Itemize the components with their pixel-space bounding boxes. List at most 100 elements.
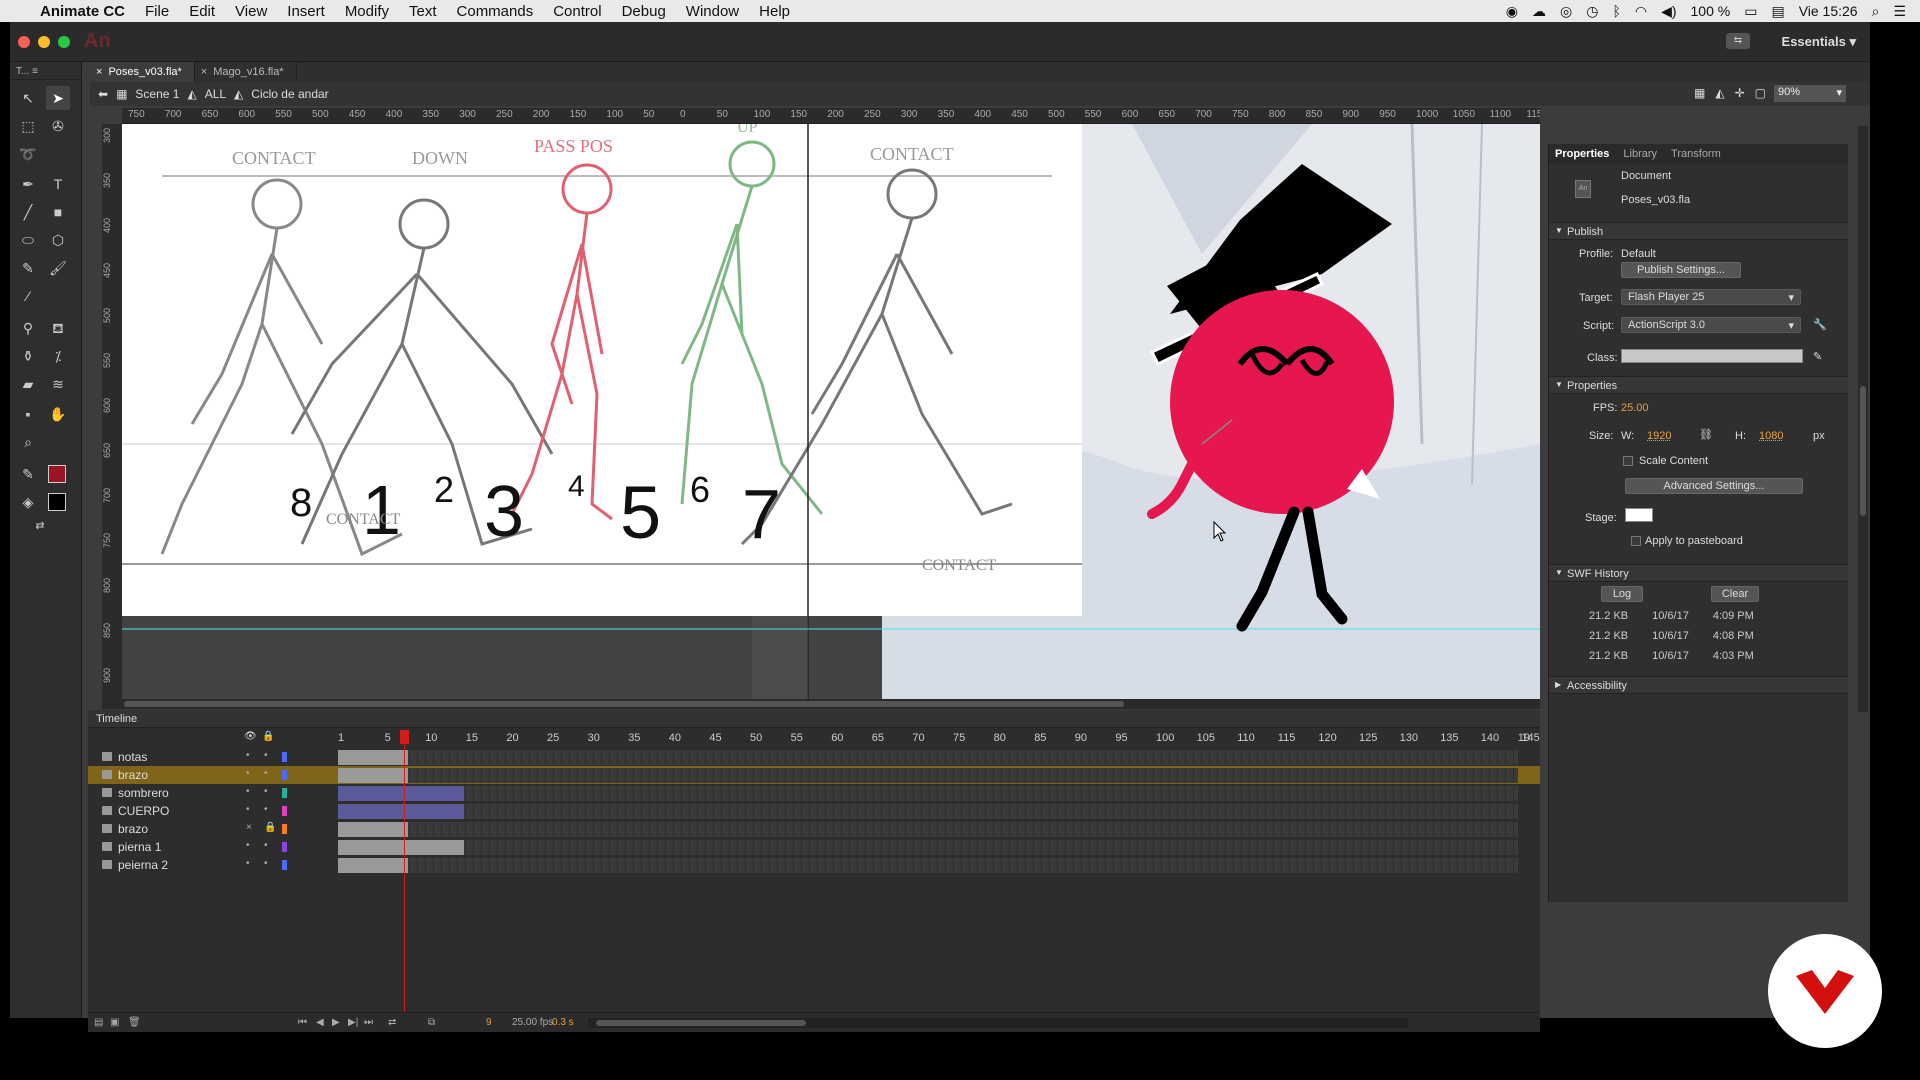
layer-name[interactable]: CUERPO [118,804,169,818]
layer-color-marker[interactable] [282,860,287,870]
hand-tool-icon[interactable]: ✋ [46,402,70,426]
layer-color-marker[interactable] [282,806,287,816]
menu-modify[interactable]: Modify [345,3,389,20]
ink-bottle-tool-icon[interactable]: ⚱ [16,344,40,368]
stroke-color-swatch[interactable] [48,465,66,483]
menu-help[interactable]: Help [759,3,790,20]
frame-rate[interactable]: 25.00 fps [512,1017,553,1028]
new-layer-icon[interactable]: ▤ [94,1017,103,1028]
layer-name[interactable]: peierna 2 [118,858,168,872]
layer-name[interactable]: brazo [118,768,148,782]
layer-row[interactable]: notas • • [88,748,1540,766]
menu-file[interactable]: File [145,3,169,20]
lock-dot-icon[interactable]: • [264,840,268,851]
close-window-button[interactable] [18,36,30,48]
lock-dot-icon[interactable]: • [264,750,268,761]
layer-color-marker[interactable] [282,770,287,780]
layer-color-marker[interactable] [282,842,287,852]
sync-settings-icon[interactable]: ⇆ [1726,33,1750,49]
zoom-tool-icon[interactable]: ⌕ [16,430,40,454]
workspace-switcher[interactable]: Essentials ▾ [1782,34,1856,50]
layer-name[interactable]: pierna 1 [118,840,161,854]
lock-dot-icon[interactable]: • [264,804,268,815]
play-icon[interactable]: ▶ [332,1017,340,1028]
apply-pasteboard-checkbox[interactable] [1631,536,1641,546]
bone-tool-icon[interactable]: ⚲ [16,316,40,340]
visibility-dot-icon[interactable]: • [246,786,250,797]
flag-icon[interactable]: ▤ [1771,3,1784,20]
onion-skin-icon[interactable]: ⧉ [428,1017,435,1028]
show-hide-all-icon[interactable]: 👁 [244,731,257,742]
visibility-dot-icon[interactable]: • [246,804,250,815]
paint-brush-tool-icon[interactable]: 🖌 [46,256,70,280]
stroke-color-icon[interactable]: ✎ [16,462,40,486]
search-icon[interactable]: ⌕ [1872,3,1880,20]
rectangle-tool-icon[interactable]: ■ [46,200,70,224]
horizontal-scrollbar[interactable] [102,699,1540,709]
playhead-handle[interactable] [400,730,409,744]
visibility-dot-icon[interactable]: • [246,840,250,851]
back-arrow-icon[interactable]: ⬅ [98,87,108,101]
lasso-tool-icon[interactable]: ➰ [16,142,40,166]
layer-row[interactable]: CUERPO • • [88,802,1540,820]
publish-section-header[interactable]: Publish [1549,222,1848,240]
properties-scroll-thumb[interactable] [1860,386,1866,516]
layer-row[interactable]: brazo × 🔒 [88,820,1540,838]
line-tool-icon[interactable]: ╱ [16,200,40,224]
tab-poses[interactable]: × Poses_v03.fla* [90,62,195,82]
battery-text[interactable]: 100 % [1691,3,1731,19]
current-frame[interactable]: 9 [486,1017,492,1028]
menu-edit[interactable]: Edit [189,3,215,20]
delete-layer-icon[interactable]: 🗑 [128,1017,141,1028]
layer-frames[interactable] [338,822,1518,837]
timeline-scrollbar[interactable] [588,1018,1408,1028]
loop-icon[interactable]: ⇄ [388,1017,396,1028]
lock-icon[interactable]: 🔒 [264,822,276,833]
layer-frames[interactable] [338,858,1518,873]
cc-icon[interactable]: ◎ [1560,3,1572,20]
close-tab-icon[interactable]: × [201,66,207,78]
battery-icon[interactable]: ▭ [1744,3,1757,20]
close-tab-icon[interactable]: × [96,66,102,78]
menu-control[interactable]: Control [553,3,601,20]
brush-tool-icon[interactable]: ⁄ [16,284,40,308]
lock-dot-icon[interactable]: • [264,768,268,779]
text-tool-icon[interactable]: T [46,172,70,196]
pencil-tool-icon[interactable]: ✎ [16,256,40,280]
tab-properties[interactable]: Properties [1555,148,1609,160]
scene-link[interactable]: Scene 1 [135,87,179,101]
tab-library[interactable]: Library [1623,148,1657,160]
wifi-icon[interactable]: ◠ [1635,3,1647,20]
time-machine-icon[interactable]: ◷ [1586,3,1598,20]
center-stage-icon[interactable]: ✛ [1735,86,1745,100]
menu-text[interactable]: Text [409,3,437,20]
all-link[interactable]: ALL [205,87,226,101]
volume-icon[interactable]: ◀) [1661,3,1676,20]
lock-all-icon[interactable]: 🔒 [262,731,274,742]
layer-frames[interactable] [338,750,1518,765]
accessibility-header[interactable]: Accessibility [1549,676,1848,694]
go-last-frame-icon[interactable]: ⏭ [364,1017,373,1028]
edit-symbol-icon[interactable]: ◭ [1715,86,1724,100]
visibility-dot-icon[interactable]: • [246,858,250,869]
free-transform-tool-icon[interactable]: ⬚ [16,114,40,138]
link-dimensions-icon[interactable]: ⛓ [1699,428,1713,441]
selection-tool-icon[interactable]: ➤ [46,86,70,110]
menu-app-name[interactable]: Animate CC [40,3,125,20]
subselection-tool-icon[interactable]: ↖ [16,86,40,110]
layer-row[interactable]: peierna 2 • • [88,856,1540,874]
layer-row[interactable]: brazo • • [88,766,1540,784]
polystar-tool-icon[interactable]: ⬡ [46,228,70,252]
eyedropper-tool-icon[interactable]: ⁒ [46,344,70,368]
zoom-window-button[interactable] [58,36,70,48]
tab-mago[interactable]: × Mago_v16.fla* [195,62,297,82]
clear-button[interactable]: Clear [1711,586,1759,602]
go-first-frame-icon[interactable]: ⏮ [298,1017,307,1028]
width-value[interactable]: 1920 [1647,430,1671,442]
paint-bucket-tool-icon[interactable]: ⛾ [46,316,70,340]
layer-name[interactable]: sombrero [118,786,169,800]
menu-view[interactable]: View [235,3,267,20]
pen-tool-icon[interactable]: ✒ [16,172,40,196]
scale-content-checkbox[interactable] [1623,456,1633,466]
menu-insert[interactable]: Insert [287,3,325,20]
